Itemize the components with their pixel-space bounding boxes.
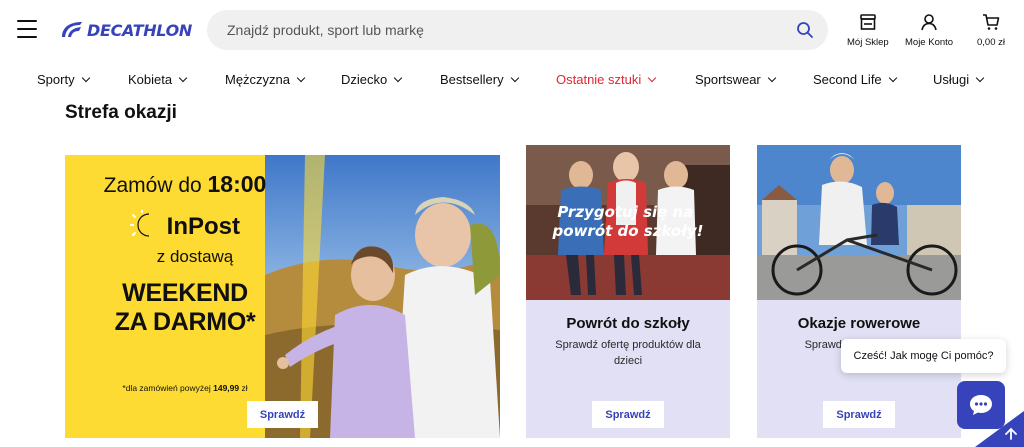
section-title: Strefa okazji	[65, 102, 177, 123]
nav-label: Mężczyzna	[225, 72, 291, 87]
store-label: Mój Sklep	[847, 37, 889, 48]
bikes-check-button[interactable]: Sprawdź	[823, 401, 895, 428]
footnote-suffix: zł	[239, 383, 248, 393]
search-icon[interactable]	[796, 21, 814, 39]
card-title: Powrót do szkoły	[566, 315, 690, 332]
nav-label: Dziecko	[341, 72, 388, 87]
card-title: Okazje rowerowe	[797, 315, 921, 332]
promo-headline-line1: WEEKEND	[122, 279, 248, 307]
chevron-down-icon	[648, 73, 657, 82]
nav-item-mezczyzna[interactable]: Mężczyzna	[225, 72, 306, 87]
cart-total: 0,00 zł	[977, 37, 1005, 48]
search-bar	[207, 10, 828, 50]
nav-label: Bestsellery	[440, 72, 504, 87]
nav-item-dziecko[interactable]: Dziecko	[341, 72, 403, 87]
chevron-down-icon	[296, 73, 306, 82]
nav-item-sporty[interactable]: Sporty	[37, 72, 90, 87]
nav-label: Ostatnie sztuki	[556, 72, 642, 87]
chevron-down-icon	[178, 73, 188, 82]
nav-label: Second Life	[813, 72, 882, 87]
promo-check-button[interactable]: Sprawdź	[247, 401, 318, 428]
nav-item-sportswear[interactable]: Sportswear	[695, 72, 776, 87]
chevron-down-icon	[767, 73, 776, 82]
promo-banner: Zamów do 18:00 InPost z dostawą WEEKEND …	[65, 155, 500, 438]
nav-item-bestsellery[interactable]: Bestsellery	[440, 72, 519, 87]
site-header: DECATHLON Mój Sklep Moje Konto 0,00 zł	[0, 0, 1024, 60]
chevron-down-icon	[975, 73, 985, 82]
scroll-top-corner[interactable]	[975, 411, 1024, 447]
promo-card-school[interactable]: Przygotuj się na powrót do szkoły! Powró…	[526, 145, 730, 438]
school-overlay-text: Przygotuj się na powrót do szkoły!	[552, 203, 704, 240]
promo-headline-line2: ZA DARMO*	[114, 308, 256, 336]
nav-item-ostatnie-sztuki[interactable]: Ostatnie sztuki	[556, 72, 657, 87]
promo-order-prefix: Zamów do	[103, 174, 208, 197]
category-nav: Sporty Kobieta Mężczyzna Dziecko Bestsel…	[0, 66, 1024, 94]
inpost-brand: InPost	[95, 209, 275, 241]
promo-card-inpost[interactable]: Zamów do 18:00 InPost z dostawą WEEKEND …	[65, 145, 500, 438]
nav-label: Sportswear	[695, 72, 761, 87]
promo-card-bikes[interactable]: Okazje rowerowe Sprawdź okaz... od I... …	[757, 145, 961, 438]
inpost-sun-icon	[129, 209, 150, 237]
chevron-down-icon	[510, 73, 519, 82]
nav-item-uslugi[interactable]: Usługi	[933, 72, 985, 87]
school-kids-photo: Przygotuj się na powrót do szkoły!	[526, 145, 730, 300]
chevron-down-icon	[888, 73, 897, 82]
footnote-prefix: *dla zamówień powyżej	[122, 383, 214, 393]
account-label: Moje Konto	[905, 37, 954, 48]
promo-delivery-text: z dostawą	[156, 247, 234, 266]
promo-footnote: *dla zamówień powyżej 149,99 zł	[65, 383, 305, 393]
nav-label: Usługi	[933, 72, 970, 87]
menu-icon[interactable]	[17, 20, 37, 38]
chat-greeting-bubble[interactable]: Cześć! Jak mogę Ci pomóc?	[841, 339, 1006, 373]
cart-icon	[983, 14, 1000, 30]
cycling-photo	[757, 145, 961, 300]
promo-headline: WEEKEND ZA DARMO*	[65, 279, 305, 337]
chevron-down-icon	[394, 73, 403, 82]
promo-order-time: Zamów do 18:00	[65, 171, 305, 198]
footnote-amount: 149,99	[213, 383, 240, 393]
logo-mark-icon	[62, 22, 82, 37]
search-input[interactable]	[207, 10, 828, 50]
inpost-brand-text: InPost	[166, 213, 240, 240]
card-description: Sprawdź ofertę produktów dla dzieci	[555, 339, 701, 367]
decathlon-logo[interactable]: DECATHLON	[60, 16, 192, 44]
logo-text: DECATHLON	[87, 20, 193, 40]
nav-item-kobieta[interactable]: Kobieta	[128, 72, 188, 87]
chevron-down-icon	[81, 73, 90, 82]
account-button[interactable]: Moje Konto	[905, 13, 953, 48]
user-icon	[921, 14, 937, 31]
promo-order-hour: 18:00	[207, 171, 267, 197]
store-button[interactable]: Mój Sklep	[847, 13, 889, 48]
nav-item-second-life[interactable]: Second Life	[813, 72, 897, 87]
nav-label: Sporty	[37, 72, 75, 87]
school-check-button[interactable]: Sprawdź	[592, 401, 664, 428]
cart-button[interactable]: 0,00 zł	[977, 13, 1005, 48]
nav-label: Kobieta	[128, 72, 173, 87]
store-icon	[860, 14, 876, 30]
